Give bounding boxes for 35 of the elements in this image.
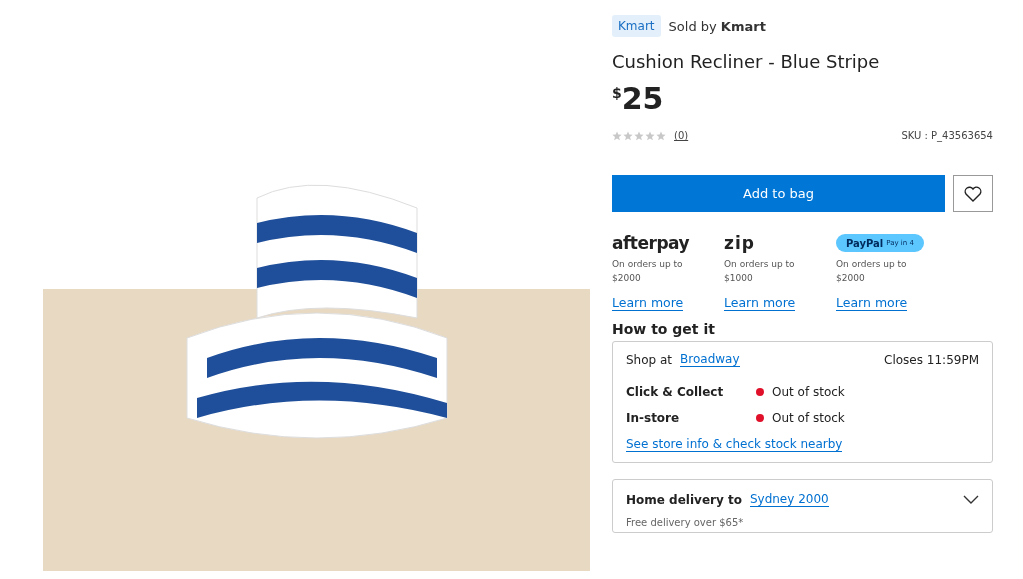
zip-logo: zip: [724, 232, 755, 254]
sku-text: SKU : P_43563654: [901, 130, 993, 141]
sold-by-text: Sold by Kmart: [668, 18, 766, 34]
location-link[interactable]: Sydney 2000: [749, 492, 829, 507]
chevron-icon[interactable]: [963, 495, 979, 504]
delivery-label: Home delivery to: [626, 492, 742, 507]
learn-more-link[interactable]: Learn more: [612, 295, 684, 311]
afterpay-logo: afterpay: [612, 232, 690, 254]
review-count-link[interactable]: (0): [674, 130, 689, 141]
price: $^{$}$25: [612, 84, 664, 114]
shop-at-label: Shop at: [626, 352, 673, 367]
star-icon: [612, 130, 622, 141]
product-title: Cushion Recliner - Blue Stripe: [612, 51, 881, 72]
stock-status: Out of stock: [772, 385, 845, 399]
star-icon: [645, 130, 655, 141]
star-icon: [634, 130, 644, 141]
delivery-note: Free delivery over $65*: [626, 517, 745, 528]
learn-more-link[interactable]: Learn more: [724, 295, 796, 311]
store-link[interactable]: Broadway: [680, 352, 740, 367]
payment-note: On orders up to $2000: [836, 258, 908, 285]
closing-time: Closes 11:59PM: [884, 352, 979, 367]
stock-status: Out of stock: [772, 411, 845, 425]
heart-icon: [964, 185, 982, 202]
store-info-link[interactable]: See store info & check stock nearby: [626, 437, 843, 452]
brand-tag[interactable]: Kmart: [612, 15, 661, 37]
payment-note: On orders up to $2000: [612, 258, 684, 285]
wishlist-button[interactable]: [953, 175, 993, 212]
star-icon: [656, 130, 666, 141]
star-icon: [623, 130, 633, 141]
add-to-bag-button[interactable]: Add to bag: [612, 175, 945, 212]
fulfilment-option: In-store: [626, 411, 756, 425]
payment-note: On orders up to $1000: [724, 258, 796, 285]
fulfilment-option: Click & Collect: [626, 385, 756, 399]
learn-more-link[interactable]: Learn more: [836, 295, 908, 311]
section-heading: How to get it: [612, 321, 716, 337]
